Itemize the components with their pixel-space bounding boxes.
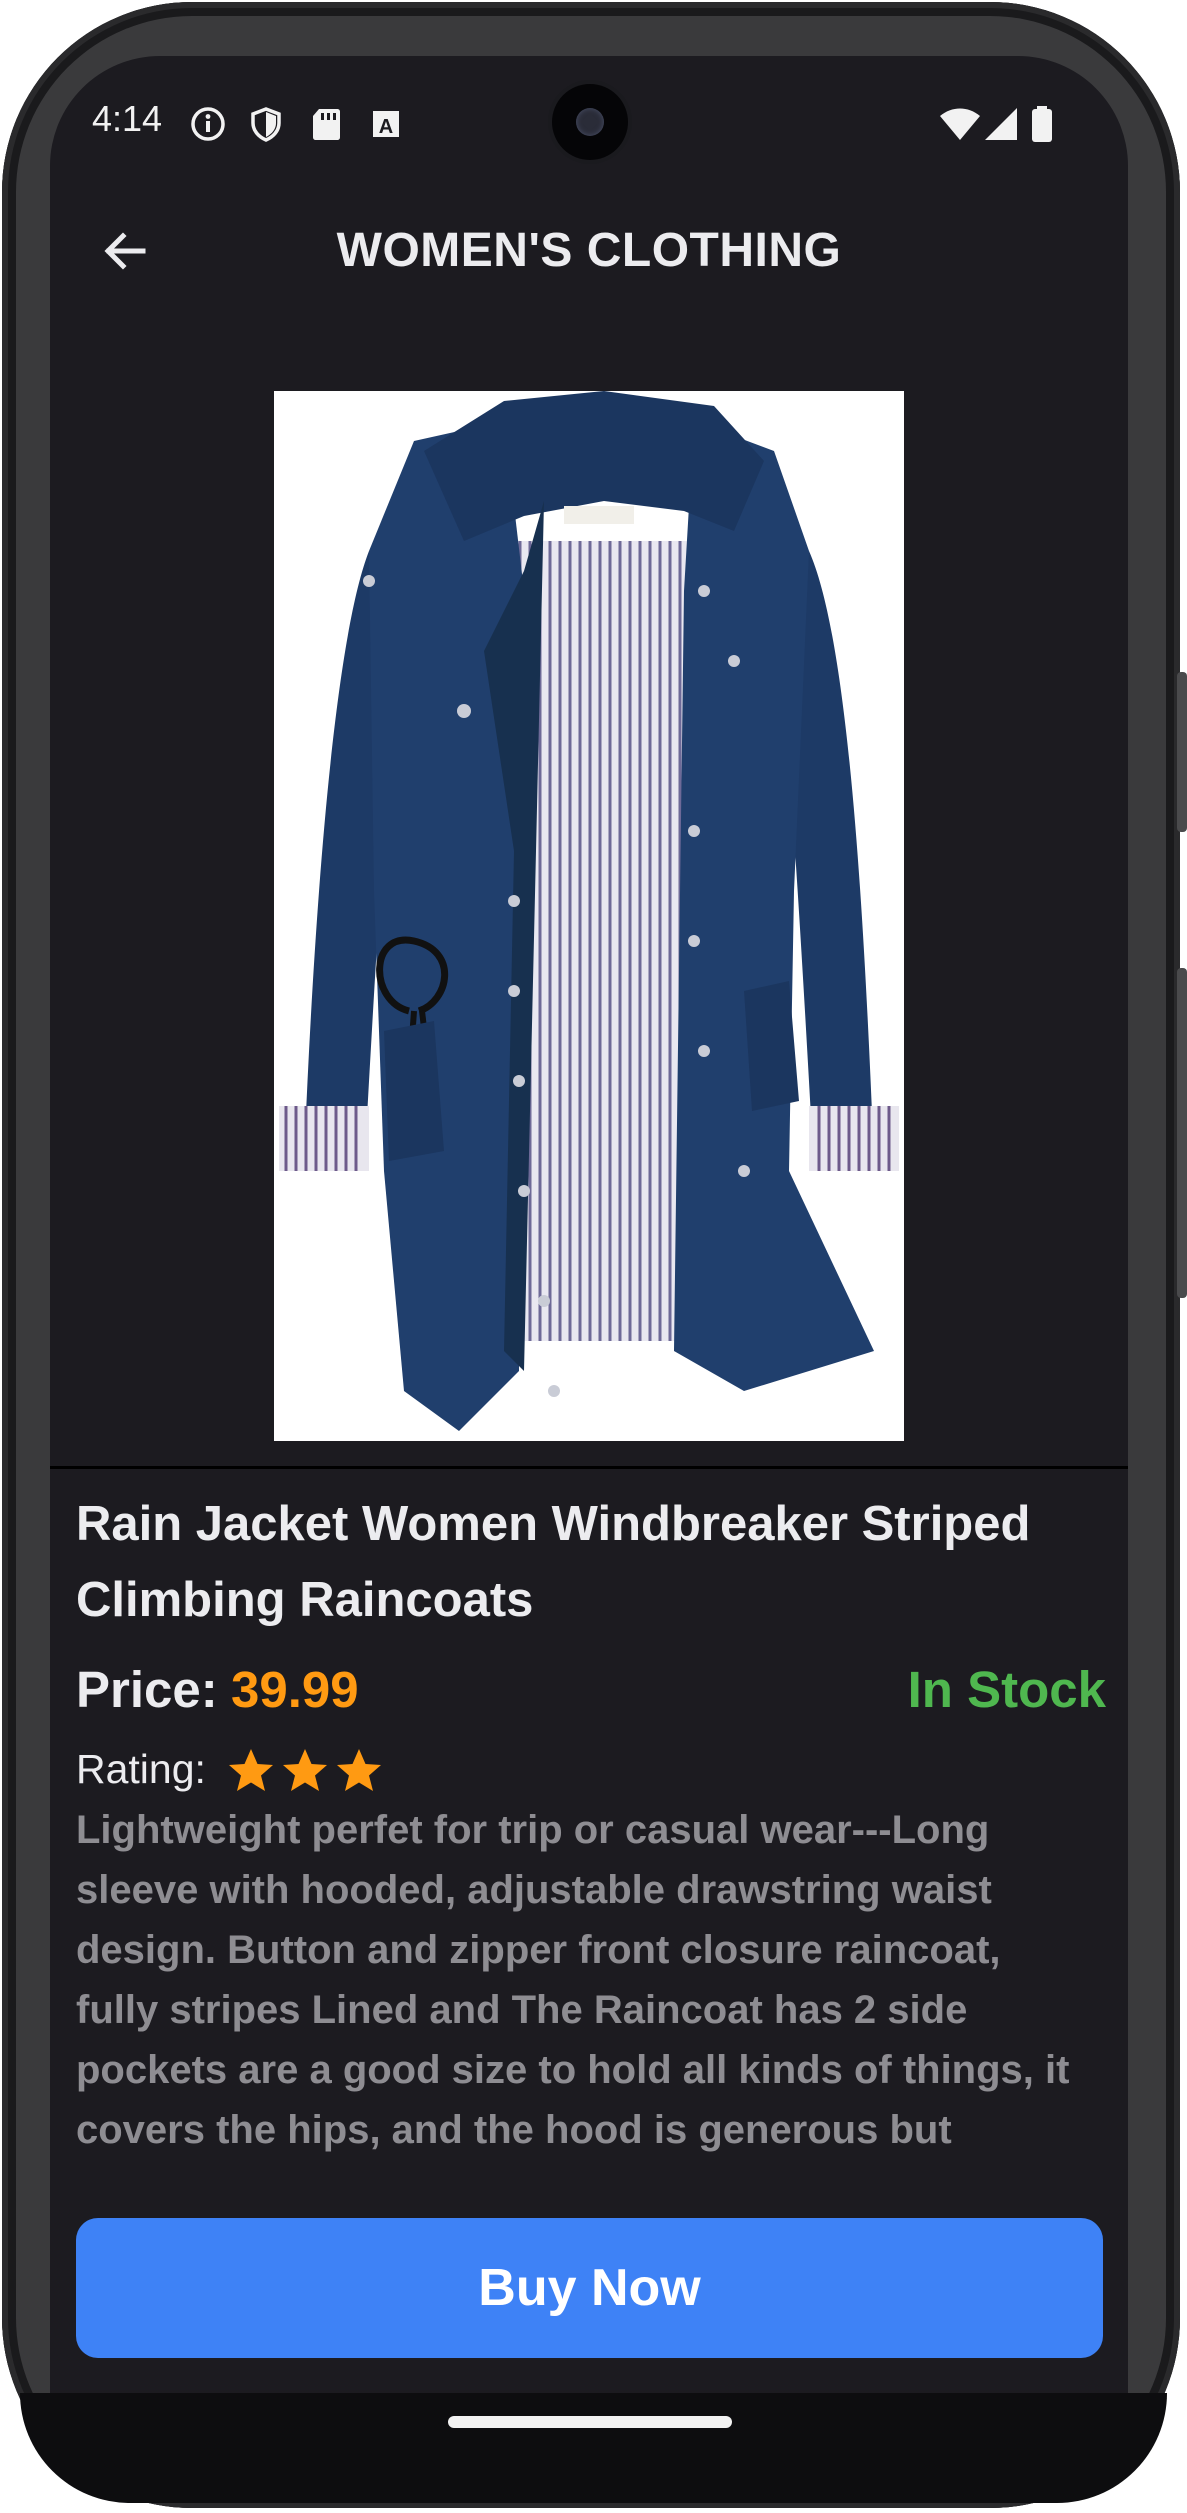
product-image-area (50, 316, 1128, 1469)
battery-icon (1030, 106, 1054, 142)
navy-rain-jacket-image (274, 391, 904, 1441)
front-camera (552, 84, 628, 160)
description-line: sleeve with hooded, adjustable drawstrin… (76, 1868, 992, 1912)
price-row: Price: 39.99 In Stock (76, 1660, 1106, 1730)
device-frame: 4:14 A WOMEN'S CLOTHING Rain Jacket Wome… (0, 0, 1187, 2513)
rating-label: Rating: (76, 1746, 206, 1792)
description-line: design. Button and zipper front closure … (76, 1928, 1001, 1972)
svg-text:A: A (379, 116, 393, 138)
status-time: 4:14 (92, 98, 163, 139)
description-line: fully stripes Lined and The Raincoat has… (76, 1988, 968, 2032)
power-button (1177, 968, 1187, 1298)
status-bar: 4:14 A (50, 56, 1128, 186)
back-button[interactable] (90, 216, 160, 286)
sd-card-icon (308, 106, 344, 142)
description-line: pockets are a good size to hold all kind… (76, 2048, 1070, 2092)
page-title: WOMEN'S CLOTHING (336, 224, 842, 277)
font-a-icon: A (368, 106, 404, 142)
arrow-back-icon (104, 232, 146, 270)
rating-stars (226, 1742, 384, 1804)
price-label: Price: (76, 1661, 218, 1718)
product-title: Rain Jacket Women Windbreaker Striped Cl… (76, 1497, 1031, 1627)
star-icon (283, 1749, 327, 1791)
description-line: Lightweight perfet for trip or casual we… (76, 1808, 990, 1852)
shield-icon (248, 106, 284, 142)
price-value: 39.99 (231, 1661, 359, 1718)
star-icon (229, 1749, 273, 1791)
description-line: doesn't overdo it.Attached Cotton Lined … (76, 2160, 1106, 2162)
info-icon (190, 106, 226, 142)
rating-row: Rating: (76, 1742, 776, 1804)
buy-now-button[interactable]: Buy Now (76, 2218, 1103, 2358)
bottom-bezel (20, 2393, 1167, 2503)
product-description: Lightweight perfet for trip or casual we… (76, 1800, 1106, 2162)
home-indicator[interactable] (448, 2416, 732, 2428)
volume-button (1177, 672, 1187, 832)
description-line: covers the hips, and the hood is generou… (76, 2108, 952, 2152)
top-app-bar: WOMEN'S CLOTHING (50, 186, 1128, 316)
stock-status: In Stock (907, 1661, 1106, 1718)
wifi-icon (938, 106, 982, 142)
signal-icon (984, 106, 1020, 142)
product-image (274, 391, 904, 1441)
app-screen: 4:14 A WOMEN'S CLOTHING Rain Jacket Wome… (50, 56, 1128, 2393)
star-icon (337, 1749, 381, 1791)
